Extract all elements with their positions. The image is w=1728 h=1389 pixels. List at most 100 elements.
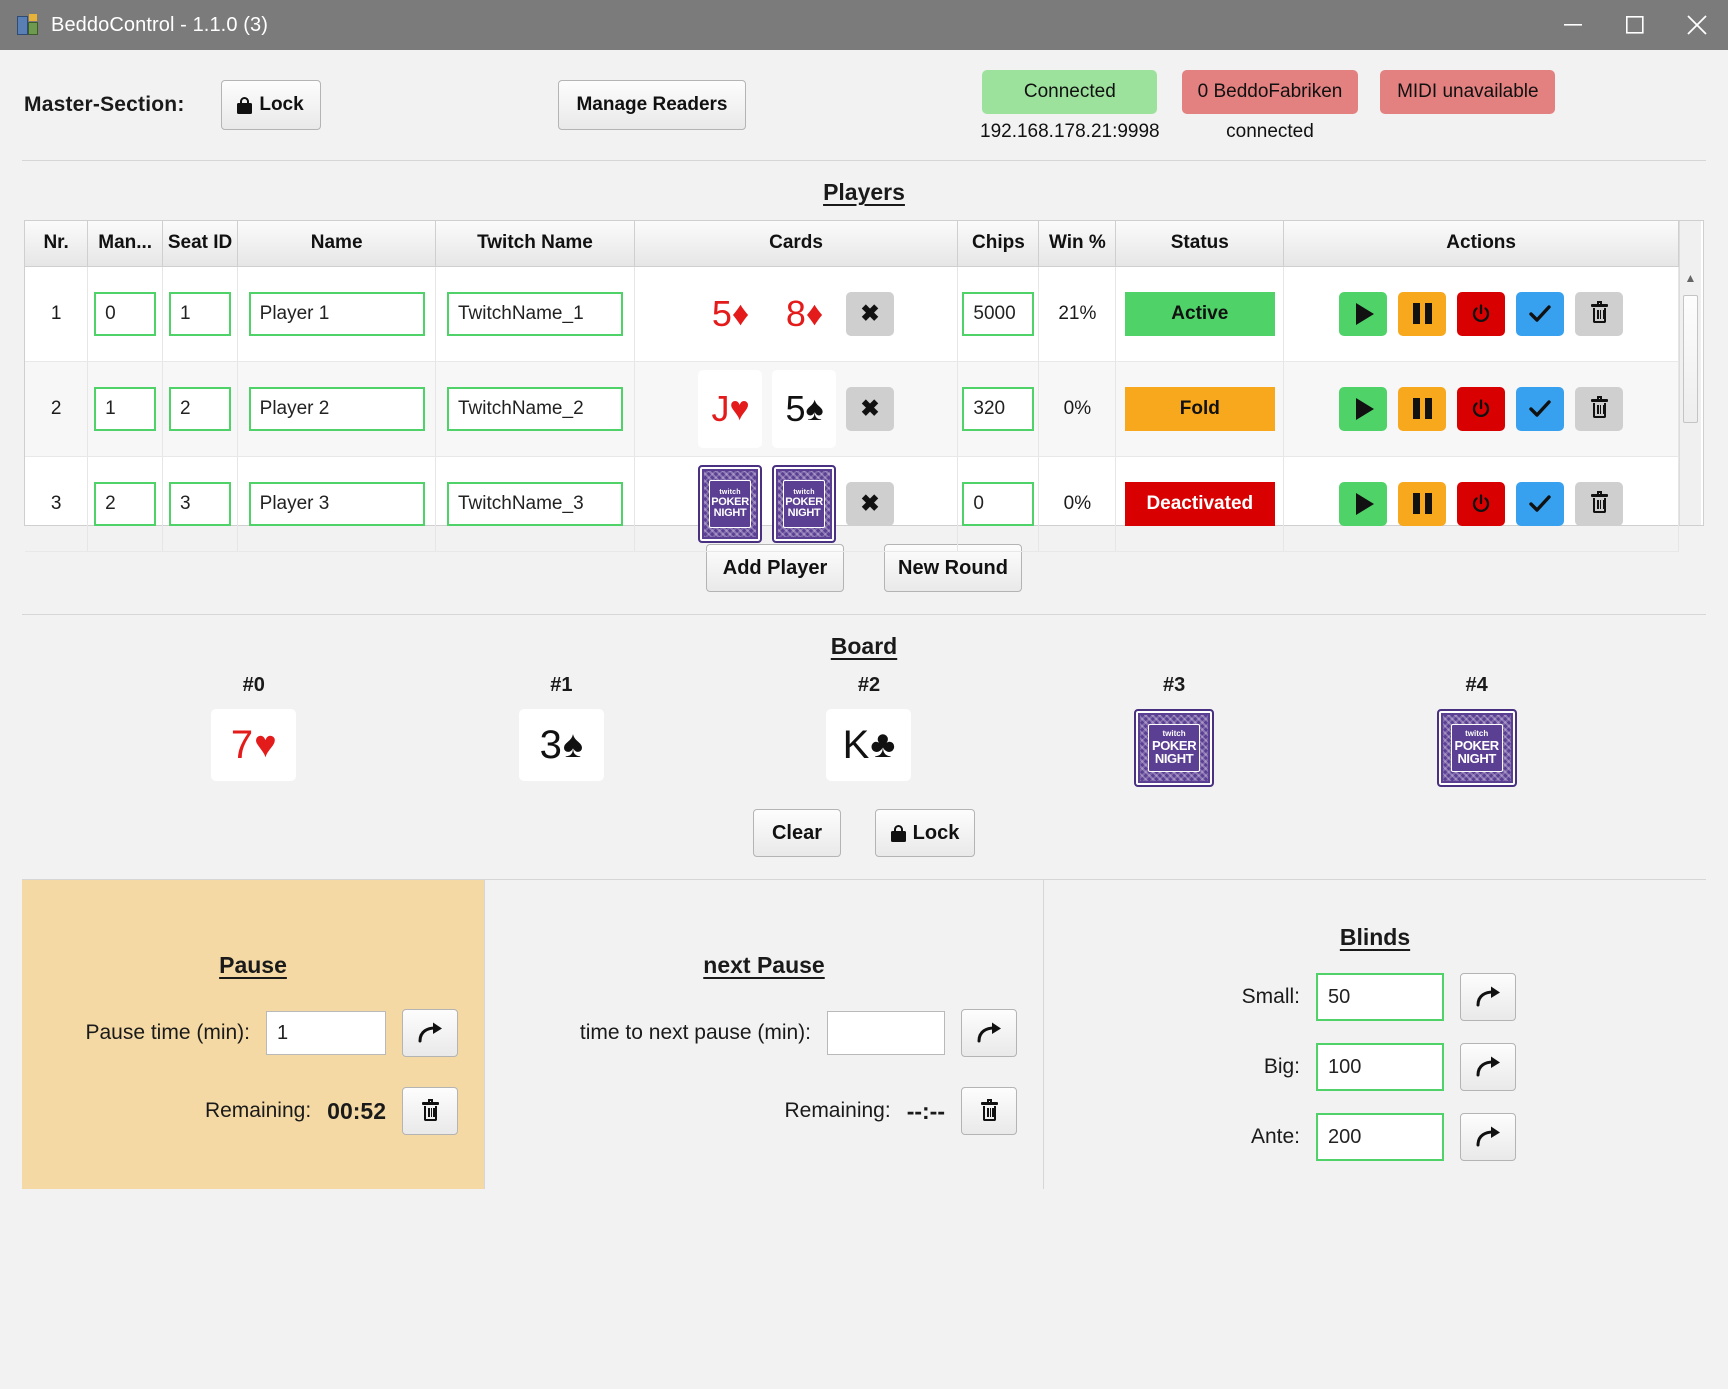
arrow-forward-icon[interactable]: [961, 1009, 1017, 1057]
card-suit: ♥: [254, 724, 277, 766]
manual-input[interactable]: [94, 386, 157, 431]
card-rank: 7: [230, 723, 254, 767]
minimize-icon[interactable]: [1542, 0, 1604, 50]
player-card-back[interactable]: twitch POKER NIGHT: [772, 464, 837, 543]
name-input[interactable]: [248, 386, 425, 431]
player-card[interactable]: 8 ♦: [772, 275, 836, 353]
board-lock-label: Lock: [912, 821, 960, 844]
twitch-name-input[interactable]: [446, 386, 623, 431]
clear-cards-button[interactable]: ✖: [846, 291, 895, 336]
close-icon[interactable]: [1666, 0, 1728, 50]
cell-chips: [957, 361, 1040, 457]
manage-readers-button[interactable]: Manage Readers: [558, 80, 746, 130]
seat-id-input[interactable]: [169, 291, 232, 336]
card-back-line2: NIGHT: [1457, 751, 1496, 767]
clear-cards-button[interactable]: ✖: [846, 481, 895, 526]
board-lock-button[interactable]: Lock: [875, 809, 975, 857]
board-title: Board: [830, 633, 898, 659]
scrollbar-thumb[interactable]: [1683, 295, 1698, 423]
card-suit: ♦: [805, 294, 823, 333]
card-suit: ♥: [729, 389, 749, 428]
status-beddofabriken: 0 BeddoFabriken connected: [1181, 70, 1359, 143]
seat-id-input[interactable]: [169, 481, 232, 526]
arrow-forward-icon[interactable]: [1460, 1113, 1516, 1161]
board-card-back[interactable]: twitch POKER NIGHT: [1436, 709, 1517, 787]
pause-icon[interactable]: [1398, 291, 1447, 336]
chips-input[interactable]: [962, 386, 1035, 431]
trash-icon[interactable]: [961, 1087, 1017, 1135]
pause-icon[interactable]: [1398, 481, 1447, 526]
arrow-forward-icon[interactable]: [1460, 1043, 1516, 1091]
trash-icon[interactable]: [1575, 291, 1624, 336]
status-badge-connected[interactable]: Connected: [982, 70, 1158, 114]
blinds-small-input[interactable]: [1316, 973, 1444, 1021]
pause-time-input[interactable]: [266, 1011, 386, 1055]
chips-input[interactable]: [962, 291, 1035, 336]
power-icon[interactable]: [1457, 481, 1506, 526]
twitch-name-input[interactable]: [446, 481, 623, 526]
table-row: 2 J♥ 5♠ ✖ 0%: [25, 361, 1679, 457]
table-row: 1 5♦ 8♦ ✖ 21%: [25, 266, 1679, 362]
blinds-big-row: Big:: [1044, 1043, 1706, 1091]
board-slot-4: #4 twitch POKER NIGHT: [1436, 674, 1517, 787]
status-badge-midi[interactable]: MIDI unavailable: [1380, 70, 1556, 114]
player-card-back[interactable]: twitch POKER NIGHT: [698, 464, 763, 543]
manual-input[interactable]: [94, 291, 157, 336]
player-card[interactable]: 5 ♠: [772, 369, 837, 448]
pause-panel: Pause Pause time (min): Remaining: 00:52: [22, 880, 484, 1189]
twitch-name-input[interactable]: [446, 291, 623, 336]
scroll-up-icon[interactable]: ▲: [1680, 267, 1701, 289]
card-back-line2: NIGHT: [1154, 751, 1194, 767]
trash-icon[interactable]: [402, 1087, 458, 1135]
arrow-forward-icon[interactable]: [402, 1009, 458, 1057]
play-icon[interactable]: [1339, 386, 1388, 431]
check-icon[interactable]: [1516, 481, 1565, 526]
arrow-forward-icon[interactable]: [1460, 973, 1516, 1021]
col-twitch-name: Twitch Name: [435, 221, 635, 267]
board-slot-label: #2: [857, 674, 881, 696]
blinds-ante-input[interactable]: [1316, 1113, 1444, 1161]
check-icon[interactable]: [1516, 291, 1565, 336]
board-card[interactable]: K ♣: [826, 709, 912, 781]
chips-input[interactable]: [962, 481, 1035, 526]
title-bar: BeddoControl - 1.1.0 (3): [0, 0, 1728, 50]
name-input[interactable]: [248, 481, 425, 526]
manual-input[interactable]: [94, 481, 157, 526]
maximize-icon[interactable]: [1604, 0, 1666, 50]
next-pause-panel-title: next Pause: [703, 952, 825, 978]
blinds-panel-title: Blinds: [1339, 924, 1411, 950]
next-pause-time-input[interactable]: [827, 1011, 945, 1055]
cell-nr: 2: [25, 361, 89, 457]
board-clear-button[interactable]: Clear: [753, 809, 841, 857]
board-card-back[interactable]: twitch POKER NIGHT: [1134, 709, 1215, 787]
name-input[interactable]: [248, 291, 425, 336]
status-badge: Fold: [1124, 386, 1275, 431]
players-table-scrollbar[interactable]: ▲: [1679, 221, 1701, 525]
play-icon[interactable]: [1339, 481, 1388, 526]
clear-cards-button[interactable]: ✖: [846, 386, 895, 431]
player-card[interactable]: 5 ♦: [698, 275, 762, 353]
check-icon[interactable]: [1516, 386, 1565, 431]
seat-id-input[interactable]: [169, 386, 232, 431]
power-icon[interactable]: [1457, 386, 1506, 431]
status-badge-beddofabriken[interactable]: 0 BeddoFabriken: [1181, 70, 1359, 114]
status-indicators: Connected 192.168.178.21:9998 0 BeddoFab…: [980, 70, 1556, 143]
board-card[interactable]: 7 ♥: [211, 709, 297, 781]
player-card[interactable]: J ♥: [698, 369, 763, 448]
power-icon[interactable]: [1457, 291, 1506, 336]
card-back-line1: POKER: [785, 495, 823, 508]
next-pause-time-label: time to next pause (min):: [579, 1021, 811, 1044]
board-card[interactable]: 3 ♠: [518, 709, 604, 781]
card-back-line1: POKER: [1454, 737, 1500, 753]
card-back-line1: POKER: [711, 495, 749, 508]
col-seat-id: Seat ID: [162, 221, 238, 267]
pause-icon[interactable]: [1398, 386, 1447, 431]
status-connection: Connected 192.168.178.21:9998: [980, 70, 1160, 143]
trash-icon[interactable]: [1575, 386, 1624, 431]
status-badge: Deactivated: [1124, 481, 1275, 526]
cell-chips: [957, 266, 1040, 362]
master-lock-button[interactable]: Lock: [220, 80, 321, 130]
trash-icon[interactable]: [1575, 481, 1624, 526]
blinds-big-input[interactable]: [1316, 1043, 1444, 1091]
play-icon[interactable]: [1339, 291, 1388, 336]
